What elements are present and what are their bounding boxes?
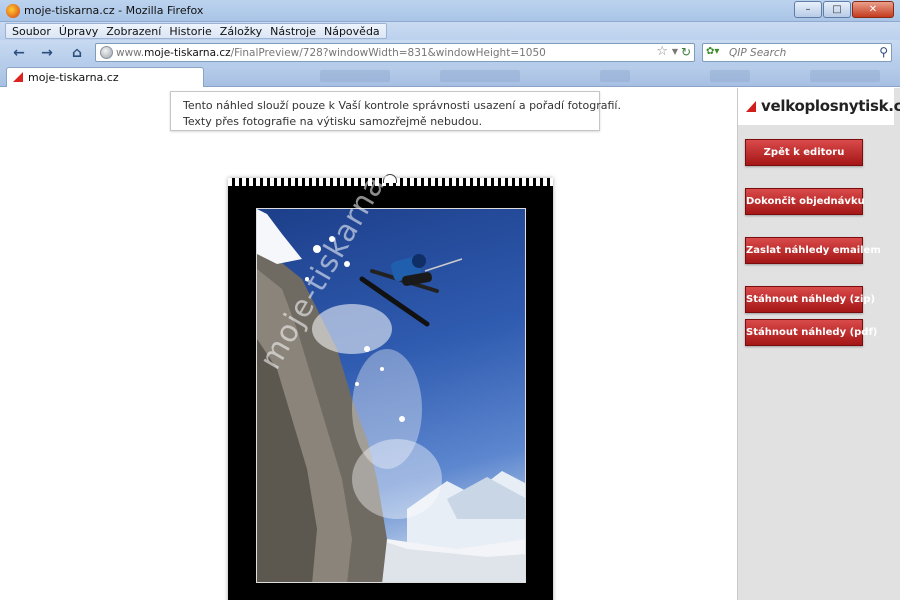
menu-napoveda[interactable]: Nápověda (320, 24, 384, 38)
menu-bar: Soubor Úpravy Zobrazení Historie Záložky… (0, 22, 900, 40)
notice-line-1: Tento náhled slouží pouze k Vaší kontrol… (183, 99, 621, 112)
bookmark-star-icon[interactable]: ☆ (656, 44, 668, 59)
url-prefix: www. (116, 47, 145, 59)
home-icon[interactable]: ⌂ (66, 43, 88, 63)
navigation-toolbar: ← → ⌂ www.moje-tiskarna.cz/FinalPreview/… (0, 40, 900, 66)
back-to-editor-button[interactable]: Zpět k editoru (745, 139, 863, 166)
menu-soubor[interactable]: Soubor (8, 24, 55, 38)
window-titlebar: moje-tiskarna.cz - Mozilla Firefox – □ ✕ (0, 0, 900, 22)
ghost-item (600, 70, 630, 82)
preview-notice: Tento náhled slouží pouze k Vaší kontrol… (170, 91, 621, 131)
forward-arrow-icon[interactable]: → (36, 43, 58, 63)
globe-icon (100, 46, 113, 59)
search-placeholder: QIP Search (729, 47, 787, 59)
maximize-button[interactable]: □ (823, 1, 851, 18)
bookmarks-toolbar-ghost (290, 70, 900, 83)
menu-historie[interactable]: Historie (165, 24, 215, 38)
action-sidebar: velkoplosnytisk.cz Zpět k editoru Dokonč… (737, 88, 900, 600)
download-pdf-button[interactable]: Stáhnout náhledy (pdf) (745, 319, 877, 346)
minimize-button[interactable]: – (794, 1, 822, 18)
url-text[interactable]: www.moje-tiskarna.cz/FinalPreview/728?wi… (116, 47, 546, 59)
ghost-item (810, 70, 880, 82)
window-controls: – □ ✕ (793, 1, 894, 18)
address-bar[interactable]: www.moje-tiskarna.cz/FinalPreview/728?wi… (95, 43, 695, 62)
email-previews-button[interactable]: Zaslat náhledy emailem (745, 237, 881, 264)
brand-header: velkoplosnytisk.cz (738, 88, 900, 125)
brand-logo-icon (746, 101, 756, 112)
back-arrow-icon[interactable]: ← (8, 43, 30, 63)
window-title: moje-tiskarna.cz - Mozilla Firefox (24, 4, 204, 17)
menu-list: Soubor Úpravy Zobrazení Historie Záložky… (5, 23, 387, 39)
ghost-item (440, 70, 520, 82)
menu-zalozky[interactable]: Záložky (216, 24, 266, 38)
close-button[interactable]: ✕ (852, 1, 894, 18)
search-icon[interactable]: ⚲ (879, 45, 888, 59)
url-domain: moje-tiskarna.cz (144, 47, 231, 59)
finish-order-button[interactable]: Dokončit objednávku (745, 188, 865, 215)
menu-upravy[interactable]: Úpravy (55, 24, 102, 38)
reload-icon[interactable]: ↻ (681, 45, 691, 59)
menu-zobrazeni[interactable]: Zobrazení (102, 24, 165, 38)
firefox-icon (6, 4, 20, 18)
preview-photo (256, 208, 526, 583)
download-zip-button[interactable]: Stáhnout náhledy (zip) (745, 286, 875, 313)
calendar-preview: moje-tiskarna.cz (228, 130, 553, 600)
ghost-item (320, 70, 390, 82)
search-bar[interactable]: ✿▾ QIP Search ⚲ (702, 43, 892, 62)
tab-moje-tiskarna[interactable]: moje-tiskarna.cz (6, 67, 204, 87)
search-engine-icon[interactable]: ✿▾ (706, 46, 724, 59)
ghost-item (710, 70, 750, 82)
tab-strip: moje-tiskarna.cz (0, 66, 900, 87)
site-favicon-icon (13, 72, 23, 82)
menu-nastroje[interactable]: Nástroje (266, 24, 320, 38)
tab-label: moje-tiskarna.cz (28, 71, 119, 84)
brand-name: velkoplosnytisk.cz (761, 97, 900, 115)
url-path: /FinalPreview/728?windowWidth=831&window… (230, 47, 546, 59)
url-dropdown-icon[interactable]: ▼ (672, 47, 678, 56)
page-content: Tento náhled slouží pouze k Vaší kontrol… (0, 88, 900, 600)
ski-photo-illustration (257, 209, 525, 582)
